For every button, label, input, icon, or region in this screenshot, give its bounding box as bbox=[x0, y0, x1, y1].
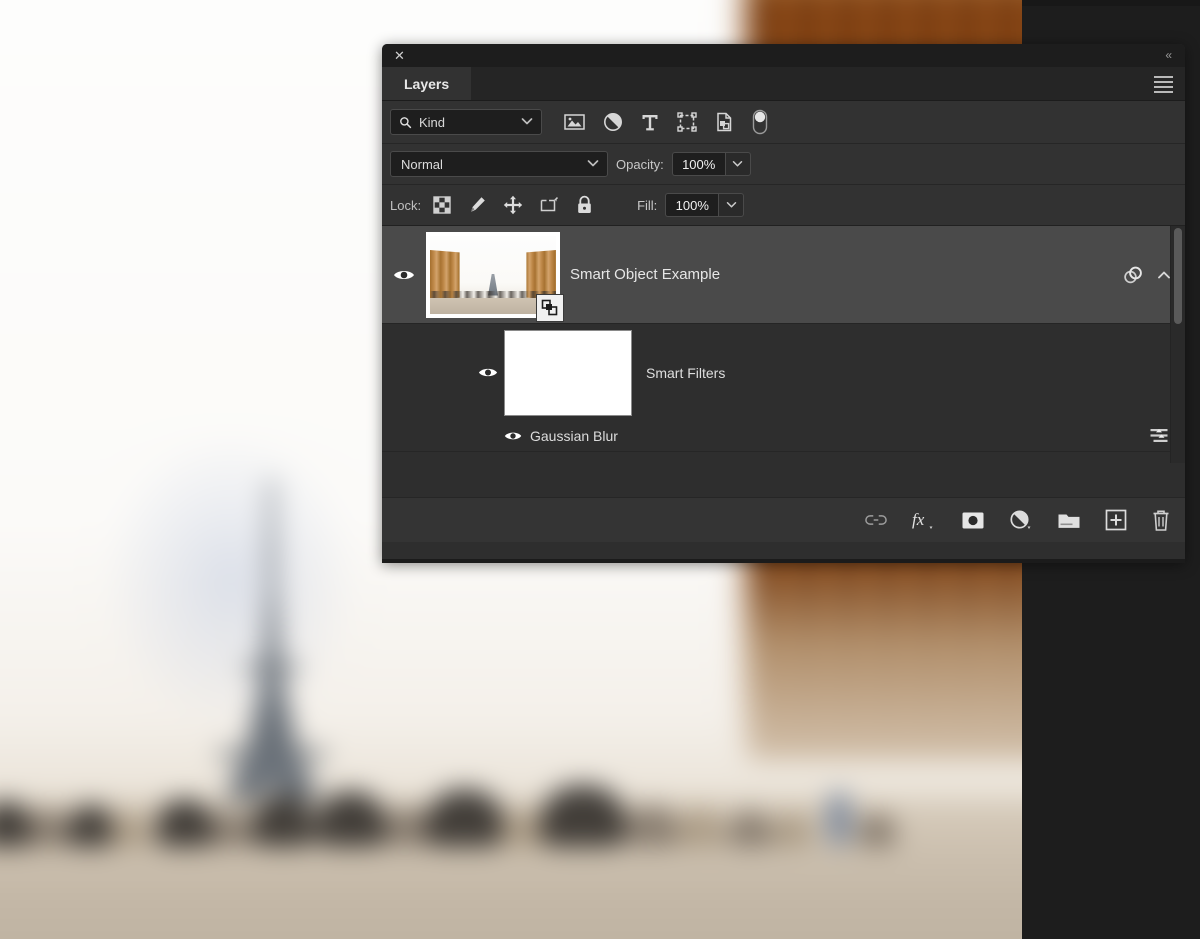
layers-panel-footer: fx bbox=[382, 497, 1185, 542]
link-icon bbox=[865, 515, 887, 525]
link-layers-button[interactable] bbox=[865, 513, 887, 527]
layers-list: Smart Object Example Smart Filters Gauss… bbox=[382, 226, 1185, 463]
search-icon bbox=[400, 116, 412, 128]
close-icon[interactable]: ✕ bbox=[393, 49, 406, 62]
panel-menu-icon[interactable] bbox=[1154, 76, 1173, 93]
folder-icon bbox=[1058, 514, 1080, 528]
filter-item-visibility-toggle[interactable] bbox=[500, 430, 526, 442]
smart-filters-block: Smart Filters Gaussian Blur bbox=[382, 324, 1185, 452]
svg-text:fx: fx bbox=[912, 510, 925, 529]
layer-style-button[interactable]: fx bbox=[911, 508, 937, 532]
add-layer-mask-button[interactable] bbox=[961, 511, 985, 530]
filter-shape-layers-icon[interactable] bbox=[677, 112, 697, 132]
eye-icon bbox=[394, 270, 414, 279]
screenshot-root: ✕ « Layers Kind Normal Opacity: 100% Loc… bbox=[0, 0, 1200, 939]
tower-second-deck bbox=[244, 664, 300, 672]
layers-scrollbar-track[interactable] bbox=[1170, 226, 1185, 463]
chevron-down-icon[interactable] bbox=[521, 117, 533, 126]
new-layer-plus-icon bbox=[1105, 509, 1127, 531]
fill-stepper[interactable] bbox=[718, 193, 745, 217]
collapse-chevrons-icon[interactable]: « bbox=[1165, 48, 1172, 62]
filter-type-layers-icon[interactable] bbox=[641, 113, 659, 132]
fill-value[interactable]: 100% bbox=[665, 193, 719, 217]
smart-filters-indicator-icon[interactable] bbox=[1121, 264, 1145, 286]
chevron-up-icon[interactable] bbox=[1157, 270, 1171, 280]
layer-visibility-toggle[interactable] bbox=[382, 268, 426, 282]
new-group-button[interactable] bbox=[1057, 511, 1081, 530]
smart-filters-mask-thumbnail[interactable] bbox=[504, 329, 632, 416]
chevron-down-icon[interactable] bbox=[587, 159, 599, 168]
adjustment-layer-icon bbox=[1010, 510, 1031, 529]
tab-layers[interactable]: Layers bbox=[382, 67, 472, 100]
blend-mode-select[interactable]: Normal bbox=[390, 151, 608, 177]
smart-filters-label: Smart Filters bbox=[646, 364, 726, 381]
layer-row-smart-object[interactable]: Smart Object Example bbox=[382, 226, 1185, 324]
delete-layer-button[interactable] bbox=[1151, 509, 1171, 532]
filter-adjustment-layers-icon[interactable] bbox=[603, 112, 623, 132]
lock-row: Lock: Fill: 100% bbox=[382, 185, 1185, 226]
layer-filter-row: Kind bbox=[382, 101, 1185, 144]
blend-mode-value: Normal bbox=[401, 156, 443, 172]
panel-bottom-edge bbox=[382, 559, 1185, 563]
lock-label: Lock: bbox=[390, 197, 422, 213]
lock-transparent-pixels-icon[interactable] bbox=[433, 196, 451, 214]
opacity-stepper[interactable] bbox=[724, 152, 751, 176]
fill-label: Fill: bbox=[637, 197, 658, 213]
filter-type-icons bbox=[564, 109, 768, 135]
column-bottom-fade bbox=[732, 550, 1022, 760]
trash-icon bbox=[1153, 510, 1169, 531]
lock-icon-group bbox=[433, 195, 593, 215]
filter-smart-object-layers-icon[interactable] bbox=[715, 112, 734, 132]
smart-object-badge-icon bbox=[536, 293, 564, 322]
panel-tabstrip: Layers bbox=[382, 67, 1185, 101]
opacity-value[interactable]: 100% bbox=[671, 152, 725, 176]
layers-panel: ✕ « Layers Kind Normal Opacity: 100% Loc… bbox=[382, 44, 1185, 563]
opacity-field[interactable]: 100% bbox=[671, 152, 751, 176]
filter-kind-label: Kind bbox=[419, 114, 446, 130]
crowd-silhouettes bbox=[0, 755, 1022, 847]
fx-icon: fx bbox=[912, 510, 933, 529]
eye-icon bbox=[504, 432, 522, 440]
tab-layers-label: Layers bbox=[404, 75, 450, 92]
new-layer-button[interactable] bbox=[1105, 509, 1127, 531]
eye-icon bbox=[478, 368, 498, 377]
lock-all-icon[interactable] bbox=[576, 195, 593, 215]
smart-filters-visibility-toggle[interactable] bbox=[472, 366, 504, 379]
layers-list-empty-space bbox=[382, 463, 1185, 497]
lock-image-pixels-icon[interactable] bbox=[467, 195, 487, 215]
fill-field[interactable]: 100% bbox=[665, 193, 745, 217]
blend-mode-row: Normal Opacity: 100% bbox=[382, 144, 1185, 185]
layer-name[interactable]: Smart Object Example bbox=[570, 266, 1121, 283]
chevron-down-icon bbox=[726, 202, 737, 208]
tower-spire bbox=[266, 478, 277, 574]
filter-pixel-layers-icon[interactable] bbox=[564, 113, 585, 131]
filter-toggle-switch-icon[interactable] bbox=[752, 109, 768, 135]
smart-filters-row[interactable]: Smart Filters bbox=[382, 324, 1185, 421]
filter-kind-select[interactable]: Kind bbox=[390, 109, 542, 135]
layers-scrollbar-thumb[interactable] bbox=[1174, 228, 1182, 324]
layer-thumbnail[interactable] bbox=[426, 231, 564, 322]
filter-item-gaussian-blur[interactable]: Gaussian Blur bbox=[382, 421, 1185, 451]
panel-titlebar[interactable]: ✕ « bbox=[382, 44, 1185, 67]
lock-position-icon[interactable] bbox=[503, 195, 523, 215]
layer-mask-icon bbox=[962, 512, 984, 528]
workspace-top-edge bbox=[1022, 0, 1200, 6]
filter-item-label[interactable]: Gaussian Blur bbox=[530, 428, 1149, 444]
lock-artboard-nesting-icon[interactable] bbox=[539, 196, 560, 215]
new-adjustment-layer-button[interactable] bbox=[1009, 509, 1033, 531]
chevron-down-icon bbox=[732, 161, 743, 167]
opacity-label: Opacity: bbox=[616, 156, 664, 172]
